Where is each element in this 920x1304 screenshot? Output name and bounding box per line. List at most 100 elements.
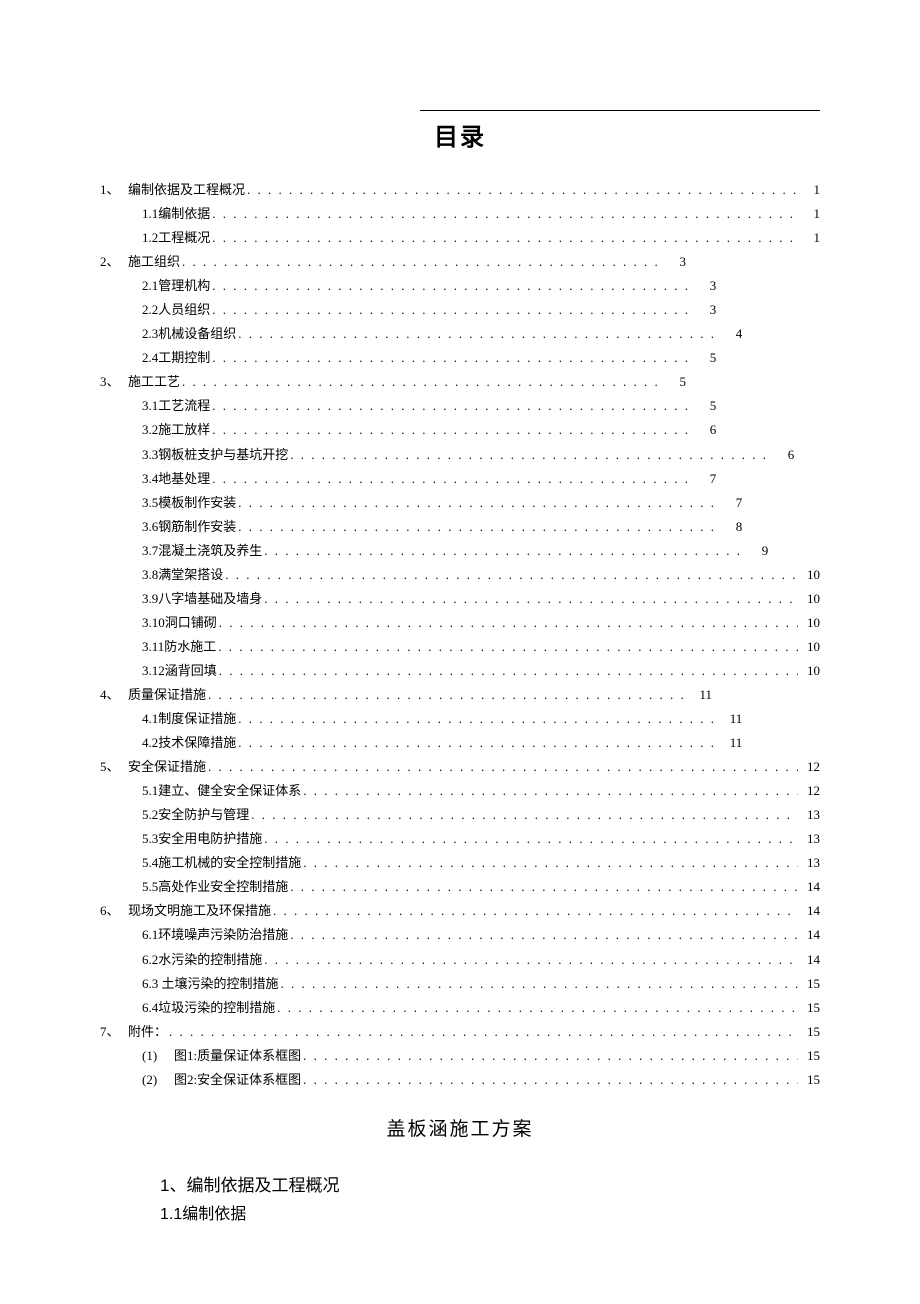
toc-leader: [210, 346, 694, 370]
toc-label: 1.1编制依据: [142, 202, 210, 226]
toc-leader: [288, 875, 798, 899]
toc-page: 11: [720, 731, 742, 755]
toc-entry: 3.4地基处理 7: [100, 467, 820, 491]
toc-label: 3.1工艺流程: [142, 394, 210, 418]
toc-label: 3.10洞口铺砌: [142, 611, 217, 635]
document-subtitle: 盖板涵施工方案: [100, 1114, 820, 1141]
toc-leader: [236, 515, 720, 539]
toc-entry: 5.1建立、健全安全保证体系 12: [100, 779, 820, 803]
toc-page: 12: [798, 755, 820, 779]
toc-entry: 6.2水污染的控制措施 14: [100, 948, 820, 972]
toc-page: 6: [772, 443, 794, 467]
toc-label: 2.4工期控制: [142, 346, 210, 370]
document-page: 目录 1、 编制依据及工程概况 1 1.1编制依据 1 1.2工程概况 1 2、…: [0, 0, 920, 1304]
toc-entry: 4、 质量保证措施 11: [100, 683, 820, 707]
toc-entry: 7、 附件： 15: [100, 1020, 820, 1044]
toc-label: 5.1建立、健全安全保证体系: [142, 779, 301, 803]
toc-leader: [236, 707, 720, 731]
toc-entry: 3.3钢板桩支护与基坑开挖 6: [100, 443, 820, 467]
toc-leader: [210, 298, 694, 322]
toc-leader: [180, 250, 664, 274]
toc-entry: 2.4工期控制 5: [100, 346, 820, 370]
toc-page: 13: [798, 803, 820, 827]
toc-entry: 1.2工程概况 1: [100, 226, 820, 250]
toc-leader: [206, 683, 690, 707]
toc-label: 6.4垃圾污染的控制措施: [142, 996, 275, 1020]
toc-page: 7: [694, 467, 716, 491]
toc-entry: 5.3安全用电防护措施 13: [100, 827, 820, 851]
toc-label: 6.2水污染的控制措施: [142, 948, 262, 972]
toc-label: 安全保证措施: [128, 755, 206, 779]
toc-label: 2.1管理机构: [142, 274, 210, 298]
toc-entry: 3.6钢筋制作安装 8: [100, 515, 820, 539]
section-heading-1: 1、编制依据及工程概况: [160, 1171, 820, 1196]
toc-entry: 5、 安全保证措施 12: [100, 755, 820, 779]
toc-page: 5: [694, 346, 716, 370]
toc-leader: [275, 996, 798, 1020]
toc-label: 现场文明施工及环保措施: [128, 899, 271, 923]
toc-entry: 2.1管理机构 3: [100, 274, 820, 298]
toc-entry: 5.2安全防护与管理 13: [100, 803, 820, 827]
toc-entry: 3.7混凝土浇筑及养生 9: [100, 539, 820, 563]
toc-marker: (1): [142, 1044, 174, 1068]
toc-entry: 6.1环境噪声污染防治措施 14: [100, 923, 820, 947]
toc-entry: 3.10洞口铺砌 10: [100, 611, 820, 635]
toc-entry: 3.8满堂架搭设 10: [100, 563, 820, 587]
toc-entry: 5.4施工机械的安全控制措施 13: [100, 851, 820, 875]
toc-leader: [279, 972, 798, 996]
toc-label: 3.2施工放样: [142, 418, 210, 442]
toc-entry: 5.5高处作业安全控制措施 14: [100, 875, 820, 899]
toc-label: 6.3 土壤污染的控制措施: [142, 972, 279, 996]
toc-leader: [180, 370, 664, 394]
toc-page: 14: [798, 948, 820, 972]
toc-entry: 6、 现场文明施工及环保措施 14: [100, 899, 820, 923]
toc-entry: 1.1编制依据 1: [100, 202, 820, 226]
toc-page: 3: [694, 274, 716, 298]
toc-entry: (1) 图1:质量保证体系框图 15: [100, 1044, 820, 1068]
toc-leader: [288, 443, 772, 467]
toc-leader: [210, 226, 798, 250]
toc-entry: 3.11防水施工 10: [100, 635, 820, 659]
toc-page: 10: [798, 611, 820, 635]
toc-label: 5.3安全用电防护措施: [142, 827, 262, 851]
toc-page: 15: [798, 1044, 820, 1068]
toc-label: 6.1环境噪声污染防治措施: [142, 923, 288, 947]
toc-marker: 3、: [100, 370, 128, 394]
body-start: 1、编制依据及工程概况 1.1编制依据: [100, 1171, 820, 1224]
toc-page: 6: [694, 418, 716, 442]
toc-marker: 1、: [100, 178, 128, 202]
toc-label: 图2:安全保证体系框图: [174, 1068, 301, 1092]
toc-page: 4: [720, 322, 742, 346]
toc-leader: [210, 274, 694, 298]
toc-page: 10: [798, 587, 820, 611]
toc-entry: 4.1制度保证措施 11: [100, 707, 820, 731]
toc-label: 5.4施工机械的安全控制措施: [142, 851, 301, 875]
toc-entry: 3、 施工工艺 5: [100, 370, 820, 394]
toc-page: 11: [720, 707, 742, 731]
toc-entry: 2、 施工组织 3: [100, 250, 820, 274]
toc-label: 3.11防水施工: [142, 635, 216, 659]
toc-leader: [210, 418, 694, 442]
toc-page: 11: [690, 683, 712, 707]
toc-leader: [301, 1044, 798, 1068]
toc-label: 3.4地基处理: [142, 467, 210, 491]
toc-page: 14: [798, 923, 820, 947]
toc-page: 10: [798, 563, 820, 587]
toc-page: 1: [798, 202, 820, 226]
toc-label: 3.6钢筋制作安装: [142, 515, 236, 539]
toc-page: 5: [694, 394, 716, 418]
toc-leader: [217, 659, 798, 683]
toc-marker: 4、: [100, 683, 128, 707]
toc-leader: [217, 611, 798, 635]
toc-page: 14: [798, 899, 820, 923]
toc-page: 15: [798, 1068, 820, 1092]
toc-page: 13: [798, 851, 820, 875]
toc-page: 15: [798, 996, 820, 1020]
toc-entry: 4.2技术保障措施 11: [100, 731, 820, 755]
toc-page: 1: [798, 226, 820, 250]
toc-leader: [223, 563, 798, 587]
toc-leader: [245, 178, 798, 202]
toc-label: 质量保证措施: [128, 683, 206, 707]
section-heading-1-1: 1.1编制依据: [160, 1200, 820, 1224]
toc-page: 9: [746, 539, 768, 563]
